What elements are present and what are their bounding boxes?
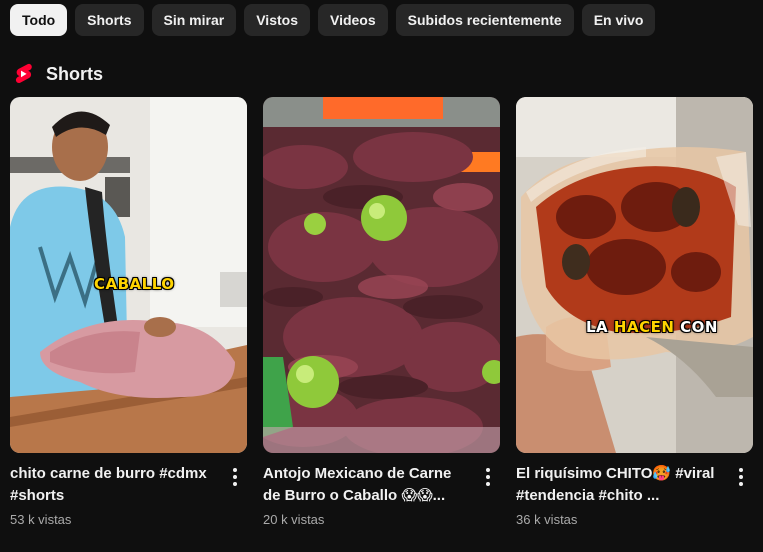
- short-thumbnail[interactable]: CABALLO: [10, 97, 247, 453]
- more-options-icon[interactable]: [476, 465, 500, 489]
- short-views: 36 k vistas: [516, 512, 578, 527]
- chip-todo[interactable]: Todo: [10, 4, 68, 36]
- shorts-grid: CABALLO chito carne de burro #cdmx #shor…: [10, 97, 753, 527]
- filter-chips: Todo Shorts Sin mirar Vistos Videos Subi…: [10, 4, 656, 36]
- shorts-section-header: Shorts: [12, 62, 103, 86]
- thumbnail-caption: CABALLO: [94, 275, 175, 293]
- short-thumbnail[interactable]: LA HACEN CON: [516, 97, 753, 453]
- chip-subidos-recientemente[interactable]: Subidos recientemente: [395, 4, 574, 36]
- short-thumbnail[interactable]: [263, 97, 500, 453]
- short-card[interactable]: LA HACEN CON El riquísimo CHITO🥵 #viral …: [516, 97, 753, 527]
- short-card[interactable]: CABALLO chito carne de burro #cdmx #shor…: [10, 97, 247, 527]
- short-meta: El riquísimo CHITO🥵 #viral #tendencia #c…: [516, 463, 753, 527]
- section-title: Shorts: [46, 63, 104, 84]
- more-options-icon[interactable]: [729, 465, 753, 489]
- thumbnail-caption: LA HACEN CON: [586, 318, 718, 336]
- short-meta: chito carne de burro #cdmx #shorts 53 k …: [10, 463, 247, 527]
- short-views: 53 k vistas: [10, 512, 72, 527]
- chip-vistos[interactable]: Vistos: [244, 4, 310, 36]
- chip-en-vivo[interactable]: En vivo: [581, 4, 656, 36]
- short-title[interactable]: El riquísimo CHITO🥵 #viral #tendencia #c…: [516, 463, 725, 507]
- chip-shorts[interactable]: Shorts: [75, 4, 144, 36]
- short-title[interactable]: chito carne de burro #cdmx #shorts: [10, 463, 219, 507]
- more-options-icon[interactable]: [223, 465, 247, 489]
- youtube-shorts-icon: [12, 62, 34, 86]
- short-title[interactable]: Antojo Mexicano de Carne de Burro o Caba…: [263, 463, 472, 507]
- chip-sin-mirar[interactable]: Sin mirar: [151, 4, 237, 36]
- short-card[interactable]: Antojo Mexicano de Carne de Burro o Caba…: [263, 97, 500, 527]
- short-views: 20 k vistas: [263, 512, 325, 527]
- short-meta: Antojo Mexicano de Carne de Burro o Caba…: [263, 463, 500, 527]
- chip-videos[interactable]: Videos: [317, 4, 388, 36]
